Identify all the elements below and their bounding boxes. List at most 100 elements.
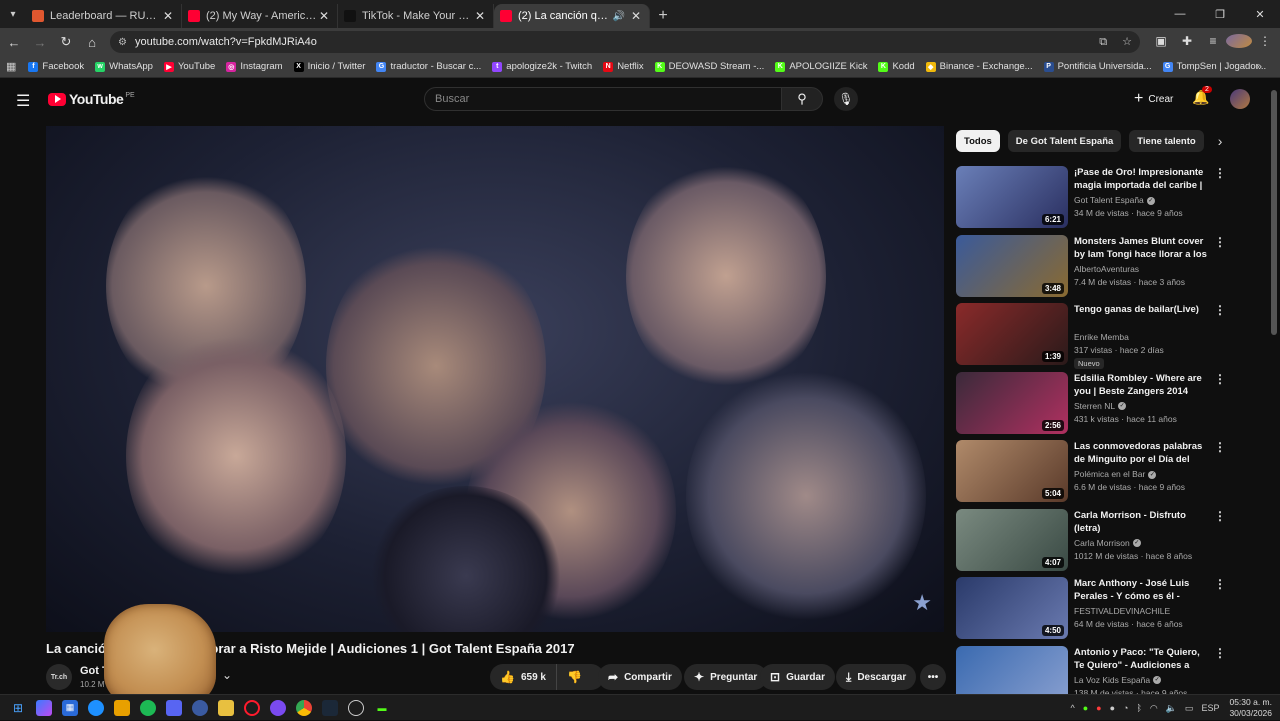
- recommendation-item[interactable]: 3:48 Monsters James Blunt cover by Iam To…: [956, 234, 1226, 304]
- close-tab-icon[interactable]: ✕: [629, 9, 643, 23]
- recommendation-title[interactable]: Tengo ganas de bailar(Live): [1074, 303, 1208, 316]
- recommendation-item[interactable]: 4:50 Marc Anthony - José Luis Perales - Y…: [956, 577, 1226, 646]
- search-button[interactable]: ⚲: [781, 87, 823, 111]
- bookmark-item[interactable]: Gtraductor - Buscar c...: [376, 61, 481, 72]
- recommendation-item[interactable]: 2:56 Edsilia Rombley - Where are you | Be…: [956, 371, 1226, 441]
- video-thumbnail[interactable]: 3:48: [956, 234, 1068, 297]
- chevron-down-icon[interactable]: ⌄: [222, 668, 232, 682]
- url-text[interactable]: youtube.com/watch?v=FpkdMJRiA4o: [135, 36, 1087, 48]
- close-tab-icon[interactable]: ✕: [473, 9, 487, 23]
- chip-got-talent[interactable]: De Got Talent España: [1007, 130, 1122, 152]
- volume-icon[interactable]: 🔈: [1166, 703, 1177, 714]
- bookmarks-overflow-icon[interactable]: »: [1256, 61, 1262, 73]
- close-tab-icon[interactable]: ✕: [161, 9, 175, 23]
- video-thumbnail[interactable]: 2:56: [956, 371, 1068, 434]
- battery-icon[interactable]: ▭: [1185, 703, 1194, 714]
- download-button[interactable]: ⤓ Descargar: [836, 664, 917, 690]
- app5-icon[interactable]: ▬: [374, 700, 390, 716]
- browser-tab[interactable]: (2) La canción que logra ha🔊 ✕: [494, 4, 650, 28]
- recommendation-item[interactable]: 4:07 Carla Morrison - Disfruto (letra) Car…: [956, 508, 1226, 578]
- bookmark-item[interactable]: t apologize2k - Twitch: [492, 61, 592, 72]
- ask-button[interactable]: ✦ Preguntar: [684, 664, 768, 690]
- recommendation-channel[interactable]: Polémica en el Bar ✓: [1074, 469, 1157, 479]
- browser-tab[interactable]: TikTok - Make Your Day ✕: [338, 4, 494, 28]
- close-tab-icon[interactable]: ✕: [317, 9, 331, 23]
- reload-icon[interactable]: ↻: [54, 34, 78, 50]
- language-indicator[interactable]: ESP: [1201, 703, 1219, 713]
- bookmark-item[interactable]: K DEOWASD Stream -...: [654, 61, 764, 72]
- video-thumbnail[interactable]: 4:50: [956, 577, 1068, 639]
- recommendation-channel[interactable]: Carla Morrison ✓: [1074, 538, 1141, 548]
- more-actions-button[interactable]: •••: [920, 664, 946, 690]
- bookmark-item[interactable]: P Pontificia Universida...: [1043, 61, 1152, 72]
- recommendation-channel[interactable]: FESTIVALDEVINACHILE: [1074, 606, 1170, 616]
- recommendation-title[interactable]: Antonio y Paco: "Te Quiero, Te Quiero" -…: [1074, 646, 1208, 672]
- video-thumbnail[interactable]: 4:07: [956, 508, 1068, 571]
- app3-icon[interactable]: [270, 699, 286, 716]
- more-vertical-icon[interactable]: ⋮: [1214, 166, 1226, 180]
- reading-list-icon[interactable]: ≡: [1200, 34, 1226, 51]
- bookmark-item[interactable]: N Netflix: [603, 61, 644, 72]
- recommendation-item[interactable]: 6:21 ¡Pase de Oro! Impresionante magia im…: [956, 166, 1226, 235]
- extensions-puzzle-icon[interactable]: ✚: [1174, 34, 1200, 51]
- browser-tab[interactable]: Leaderboard — RUSTERA.CO |✕: [26, 4, 182, 28]
- recommendation-title[interactable]: ¡Pase de Oro! Impresionante magia import…: [1074, 166, 1208, 192]
- voice-search-button[interactable]: 🎙: [834, 87, 858, 111]
- bookmark-item[interactable]: f Facebook: [28, 61, 84, 72]
- recommendation-title[interactable]: Monsters James Blunt cover by Iam Tongi …: [1074, 235, 1208, 261]
- maximize-icon[interactable]: ❐: [1200, 8, 1240, 21]
- minimize-icon[interactable]: —: [1160, 8, 1200, 20]
- apps-grid-icon[interactable]: ▦: [6, 60, 16, 73]
- tray-app-icon[interactable]: ●: [1083, 703, 1088, 713]
- more-vertical-icon[interactable]: ⋮: [1214, 577, 1226, 591]
- video-thumbnail[interactable]: 5:04: [956, 440, 1068, 502]
- opera-icon[interactable]: [244, 699, 260, 716]
- tab-search-icon[interactable]: ▾: [0, 1, 26, 27]
- chrome-icon[interactable]: [296, 699, 312, 716]
- extension-icon[interactable]: ▣: [1148, 34, 1174, 51]
- bookmark-item[interactable]: ◆ Binance - Exchange...: [925, 61, 1033, 72]
- search-input[interactable]: Buscar: [424, 87, 782, 111]
- bookmark-item[interactable]: K APOLOGIIZE Kick: [775, 61, 867, 72]
- bookmark-star-icon[interactable]: ☆: [1122, 36, 1132, 48]
- more-vertical-icon[interactable]: ⋮: [1214, 509, 1226, 523]
- forward-icon[interactable]: →: [28, 35, 52, 50]
- recommendation-title[interactable]: Edsilia Rombley - Where are you | Beste …: [1074, 372, 1208, 398]
- wifi-icon[interactable]: ◠: [1150, 703, 1158, 714]
- new-tab-button[interactable]: +: [650, 7, 676, 25]
- omnibox[interactable]: ⚙ youtube.com/watch?v=FpkdMJRiA4o ⧉ ☆: [110, 31, 1140, 53]
- more-vertical-icon[interactable]: ⋮: [1214, 372, 1226, 386]
- recommendation-channel[interactable]: Enrike Memba: [1074, 332, 1129, 342]
- spotify-icon[interactable]: [140, 699, 156, 716]
- recommendation-channel[interactable]: AlbertoAventuras: [1074, 264, 1139, 274]
- dislike-button[interactable]: 👎: [557, 670, 592, 684]
- save-button[interactable]: ⊡ Guardar: [760, 664, 835, 690]
- store-icon[interactable]: ▦: [62, 699, 78, 716]
- network-icon[interactable]: ◔: [1123, 703, 1128, 713]
- channel-avatar[interactable]: Tr.ch: [46, 664, 72, 690]
- profile-icon[interactable]: [1226, 33, 1252, 51]
- bookmark-item[interactable]: ▶ YouTube: [163, 61, 215, 72]
- youtube-logo[interactable]: YouTube PE: [48, 91, 135, 107]
- folder-icon[interactable]: [218, 699, 234, 716]
- video-thumbnail[interactable]: 6:21: [956, 166, 1068, 228]
- copilot-icon[interactable]: [36, 699, 52, 716]
- recommendation-title[interactable]: Las conmovedoras palabras de Minguito po…: [1074, 440, 1208, 466]
- install-app-icon[interactable]: ⧉: [1099, 36, 1107, 48]
- chip-tiene-talento[interactable]: Tiene talento: [1129, 130, 1204, 152]
- site-info-icon[interactable]: ⚙: [118, 37, 127, 48]
- bookmark-item[interactable]: G TompSen | Jogador...: [1162, 61, 1266, 72]
- bookmark-item[interactable]: K Kodd: [878, 61, 915, 72]
- browser-menu-icon[interactable]: ⋮: [1252, 34, 1278, 51]
- app-icon[interactable]: [114, 699, 130, 716]
- close-window-icon[interactable]: ✕: [1240, 8, 1280, 21]
- create-button[interactable]: + Crear: [1124, 87, 1183, 111]
- back-icon[interactable]: ←: [2, 35, 26, 50]
- recommendation-item[interactable]: 5:04 Las conmovedoras palabras de Minguit…: [956, 440, 1226, 509]
- app4-icon[interactable]: [348, 699, 364, 716]
- tray-up-icon[interactable]: ^: [1070, 703, 1074, 713]
- more-vertical-icon[interactable]: ⋮: [1214, 303, 1226, 317]
- discord-icon[interactable]: [166, 699, 182, 716]
- clock[interactable]: 05:30 a. m. 30/03/2026: [1229, 697, 1272, 719]
- chip-todos[interactable]: Todos: [956, 130, 1000, 152]
